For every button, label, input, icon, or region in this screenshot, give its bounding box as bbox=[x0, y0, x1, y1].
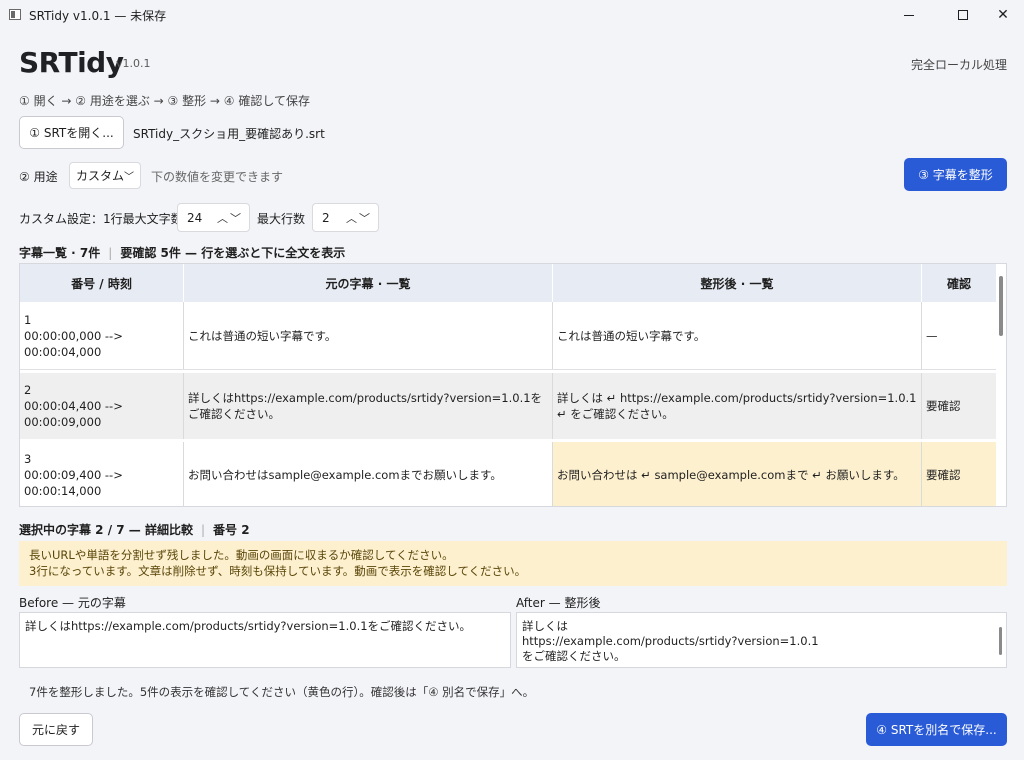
list-note: 要確認 5件 — 行を選ぶと下に全文を表示 bbox=[120, 246, 346, 260]
row-time: 00:00:00,000 --> 00:00:04,000 bbox=[24, 328, 123, 359]
after-text-line: をご確認ください。 bbox=[522, 649, 626, 663]
minimize-icon bbox=[904, 14, 914, 16]
table-header: 番号 / 時刻 元の字幕 · 一覧 整形後 · 一覧 確認 bbox=[20, 264, 996, 302]
minimize-button[interactable] bbox=[886, 0, 932, 30]
row-number-time: 2 00:00:04,400 --> 00:00:09,000 bbox=[20, 373, 184, 439]
window-title: SRTidy v1.0.1 — 未保存 bbox=[29, 9, 167, 23]
format-subtitles-button[interactable]: ③ 字幕を整形 bbox=[904, 158, 1007, 191]
purpose-select[interactable]: カスタム ﹀ bbox=[69, 162, 141, 189]
workflow-steps: ① 開く → ② 用途を選ぶ → ③ 整形 → ④ 確認して保存 bbox=[19, 94, 310, 108]
warning-line: 長いURLや単語を分割せず残しました。動画の画面に収まるか確認してください。 bbox=[29, 548, 454, 562]
row-number-time: 1 00:00:00,000 --> 00:00:04,000 bbox=[20, 302, 184, 369]
before-textbox[interactable]: 詳しくはhttps://example.com/products/srtidy?… bbox=[19, 612, 511, 668]
undo-button[interactable]: 元に戻す bbox=[19, 713, 93, 746]
after-text-line: https://example.com/products/srtidy?vers… bbox=[522, 634, 819, 648]
row-check: — bbox=[926, 328, 938, 343]
table-scrollbar[interactable] bbox=[997, 264, 1006, 506]
row-number: 2 bbox=[24, 383, 32, 397]
row-time: 00:00:04,400 --> 00:00:09,000 bbox=[24, 399, 123, 429]
after-label: After — 整形後 bbox=[516, 596, 601, 610]
row-original: これは普通の短い字幕です。 bbox=[184, 302, 553, 369]
chevron-down-icon: ﹀ bbox=[124, 172, 134, 183]
max-lines-value: 2 bbox=[322, 210, 330, 225]
row-original: 詳しくはhttps://example.com/products/srtidy?… bbox=[184, 373, 553, 439]
column-header-time[interactable]: 番号 / 時刻 bbox=[20, 264, 184, 302]
status-message: 7件を整形しました。5件の表示を確認してください（黄色の行）。確認後は「④ 別名… bbox=[29, 685, 535, 699]
warning-box: 長いURLや単語を分割せず残しました。動画の画面に収まるか確認してください。 3… bbox=[19, 541, 1007, 586]
after-textbox[interactable]: 詳しくは https://example.com/products/srtidy… bbox=[516, 612, 1007, 668]
row-original: お問い合わせはsample@example.comまでお願いします。 bbox=[184, 442, 553, 506]
max-chars-stepper[interactable]: 24 ︿﹀ bbox=[177, 203, 250, 232]
stepper-arrows-icon[interactable]: ︿﹀ bbox=[346, 210, 372, 226]
selected-number: 番号 2 bbox=[213, 523, 250, 537]
selected-title: 選択中の字幕 2 / 7 — 詳細比較 bbox=[19, 523, 193, 537]
purpose-label: ② 用途 bbox=[19, 170, 58, 184]
row-formatted: これは普通の短い字幕です。 bbox=[553, 302, 922, 369]
table-row[interactable]: 3 00:00:09,400 --> 00:00:14,000 お問い合わせはs… bbox=[20, 442, 996, 506]
row-number-time: 3 00:00:09,400 --> 00:00:14,000 bbox=[20, 442, 184, 506]
app-version: v1.0.1 bbox=[116, 57, 151, 70]
save-srt-button[interactable]: ④ SRTを別名で保存... bbox=[866, 713, 1007, 746]
row-number: 3 bbox=[24, 452, 32, 466]
selected-subtitle-header: 選択中の字幕 2 / 7 — 詳細比較 | 番号 2 bbox=[19, 523, 250, 537]
local-processing-badge: 完全ローカル処理 bbox=[910, 58, 1007, 72]
scrollbar-thumb[interactable] bbox=[999, 276, 1003, 336]
maximize-icon bbox=[958, 10, 968, 20]
column-header-formatted[interactable]: 整形後 · 一覧 bbox=[553, 264, 922, 302]
subtitle-table: 番号 / 時刻 元の字幕 · 一覧 整形後 · 一覧 確認 1 00:00:00… bbox=[19, 263, 1007, 507]
max-lines-label: 最大行数 bbox=[257, 212, 306, 226]
app-title: SRTidy bbox=[19, 46, 124, 79]
column-header-original[interactable]: 元の字幕 · 一覧 bbox=[184, 264, 553, 302]
subtitle-list-header: 字幕一覧 · 7件 | 要確認 5件 — 行を選ぶと下に全文を表示 bbox=[19, 246, 346, 260]
after-text-line: 詳しくは bbox=[522, 619, 568, 633]
list-count: 字幕一覧 · 7件 bbox=[19, 246, 101, 260]
row-time: 00:00:09,400 --> 00:00:14,000 bbox=[24, 468, 123, 498]
purpose-selected-value: カスタム bbox=[76, 169, 125, 183]
max-lines-stepper[interactable]: 2 ︿﹀ bbox=[312, 203, 379, 232]
row-formatted: お問い合わせは ↵ sample@example.comまで ↵ お願いします。 bbox=[553, 442, 922, 506]
app-window-icon bbox=[9, 9, 21, 20]
custom-settings-label: カスタム設定：1行最大文字数 bbox=[19, 212, 183, 226]
column-header-check[interactable]: 確認 bbox=[922, 264, 996, 302]
row-formatted: 詳しくは ↵ https://example.com/products/srti… bbox=[553, 373, 922, 439]
row-check: 要確認 bbox=[922, 442, 996, 506]
after-scrollbar-thumb[interactable] bbox=[999, 627, 1002, 655]
close-button[interactable]: ✕ bbox=[980, 0, 1024, 30]
close-icon: ✕ bbox=[997, 7, 1009, 23]
before-text: 詳しくはhttps://example.com/products/srtidy?… bbox=[25, 619, 472, 633]
row-number: 1 bbox=[24, 312, 32, 327]
table-row[interactable]: 1 00:00:00,000 --> 00:00:04,000 これは普通の短い… bbox=[20, 302, 996, 370]
stepper-arrows-icon[interactable]: ︿﹀ bbox=[217, 210, 243, 226]
warning-line: 3行になっています。文章は削除せず、時刻も保持しています。動画で表示を確認してく… bbox=[29, 564, 527, 578]
open-srt-button[interactable]: ① SRTを開く... bbox=[19, 116, 124, 149]
max-chars-value: 24 bbox=[187, 210, 203, 225]
before-label: Before — 元の字幕 bbox=[19, 596, 126, 610]
table-row-selected[interactable]: 2 00:00:04,400 --> 00:00:09,000 詳しくはhttp… bbox=[20, 373, 996, 439]
file-name: SRTidy_スクショ用_要確認あり.srt bbox=[133, 127, 325, 141]
row-check: 要確認 bbox=[926, 399, 961, 413]
purpose-hint: 下の数値を変更できます bbox=[151, 170, 284, 184]
